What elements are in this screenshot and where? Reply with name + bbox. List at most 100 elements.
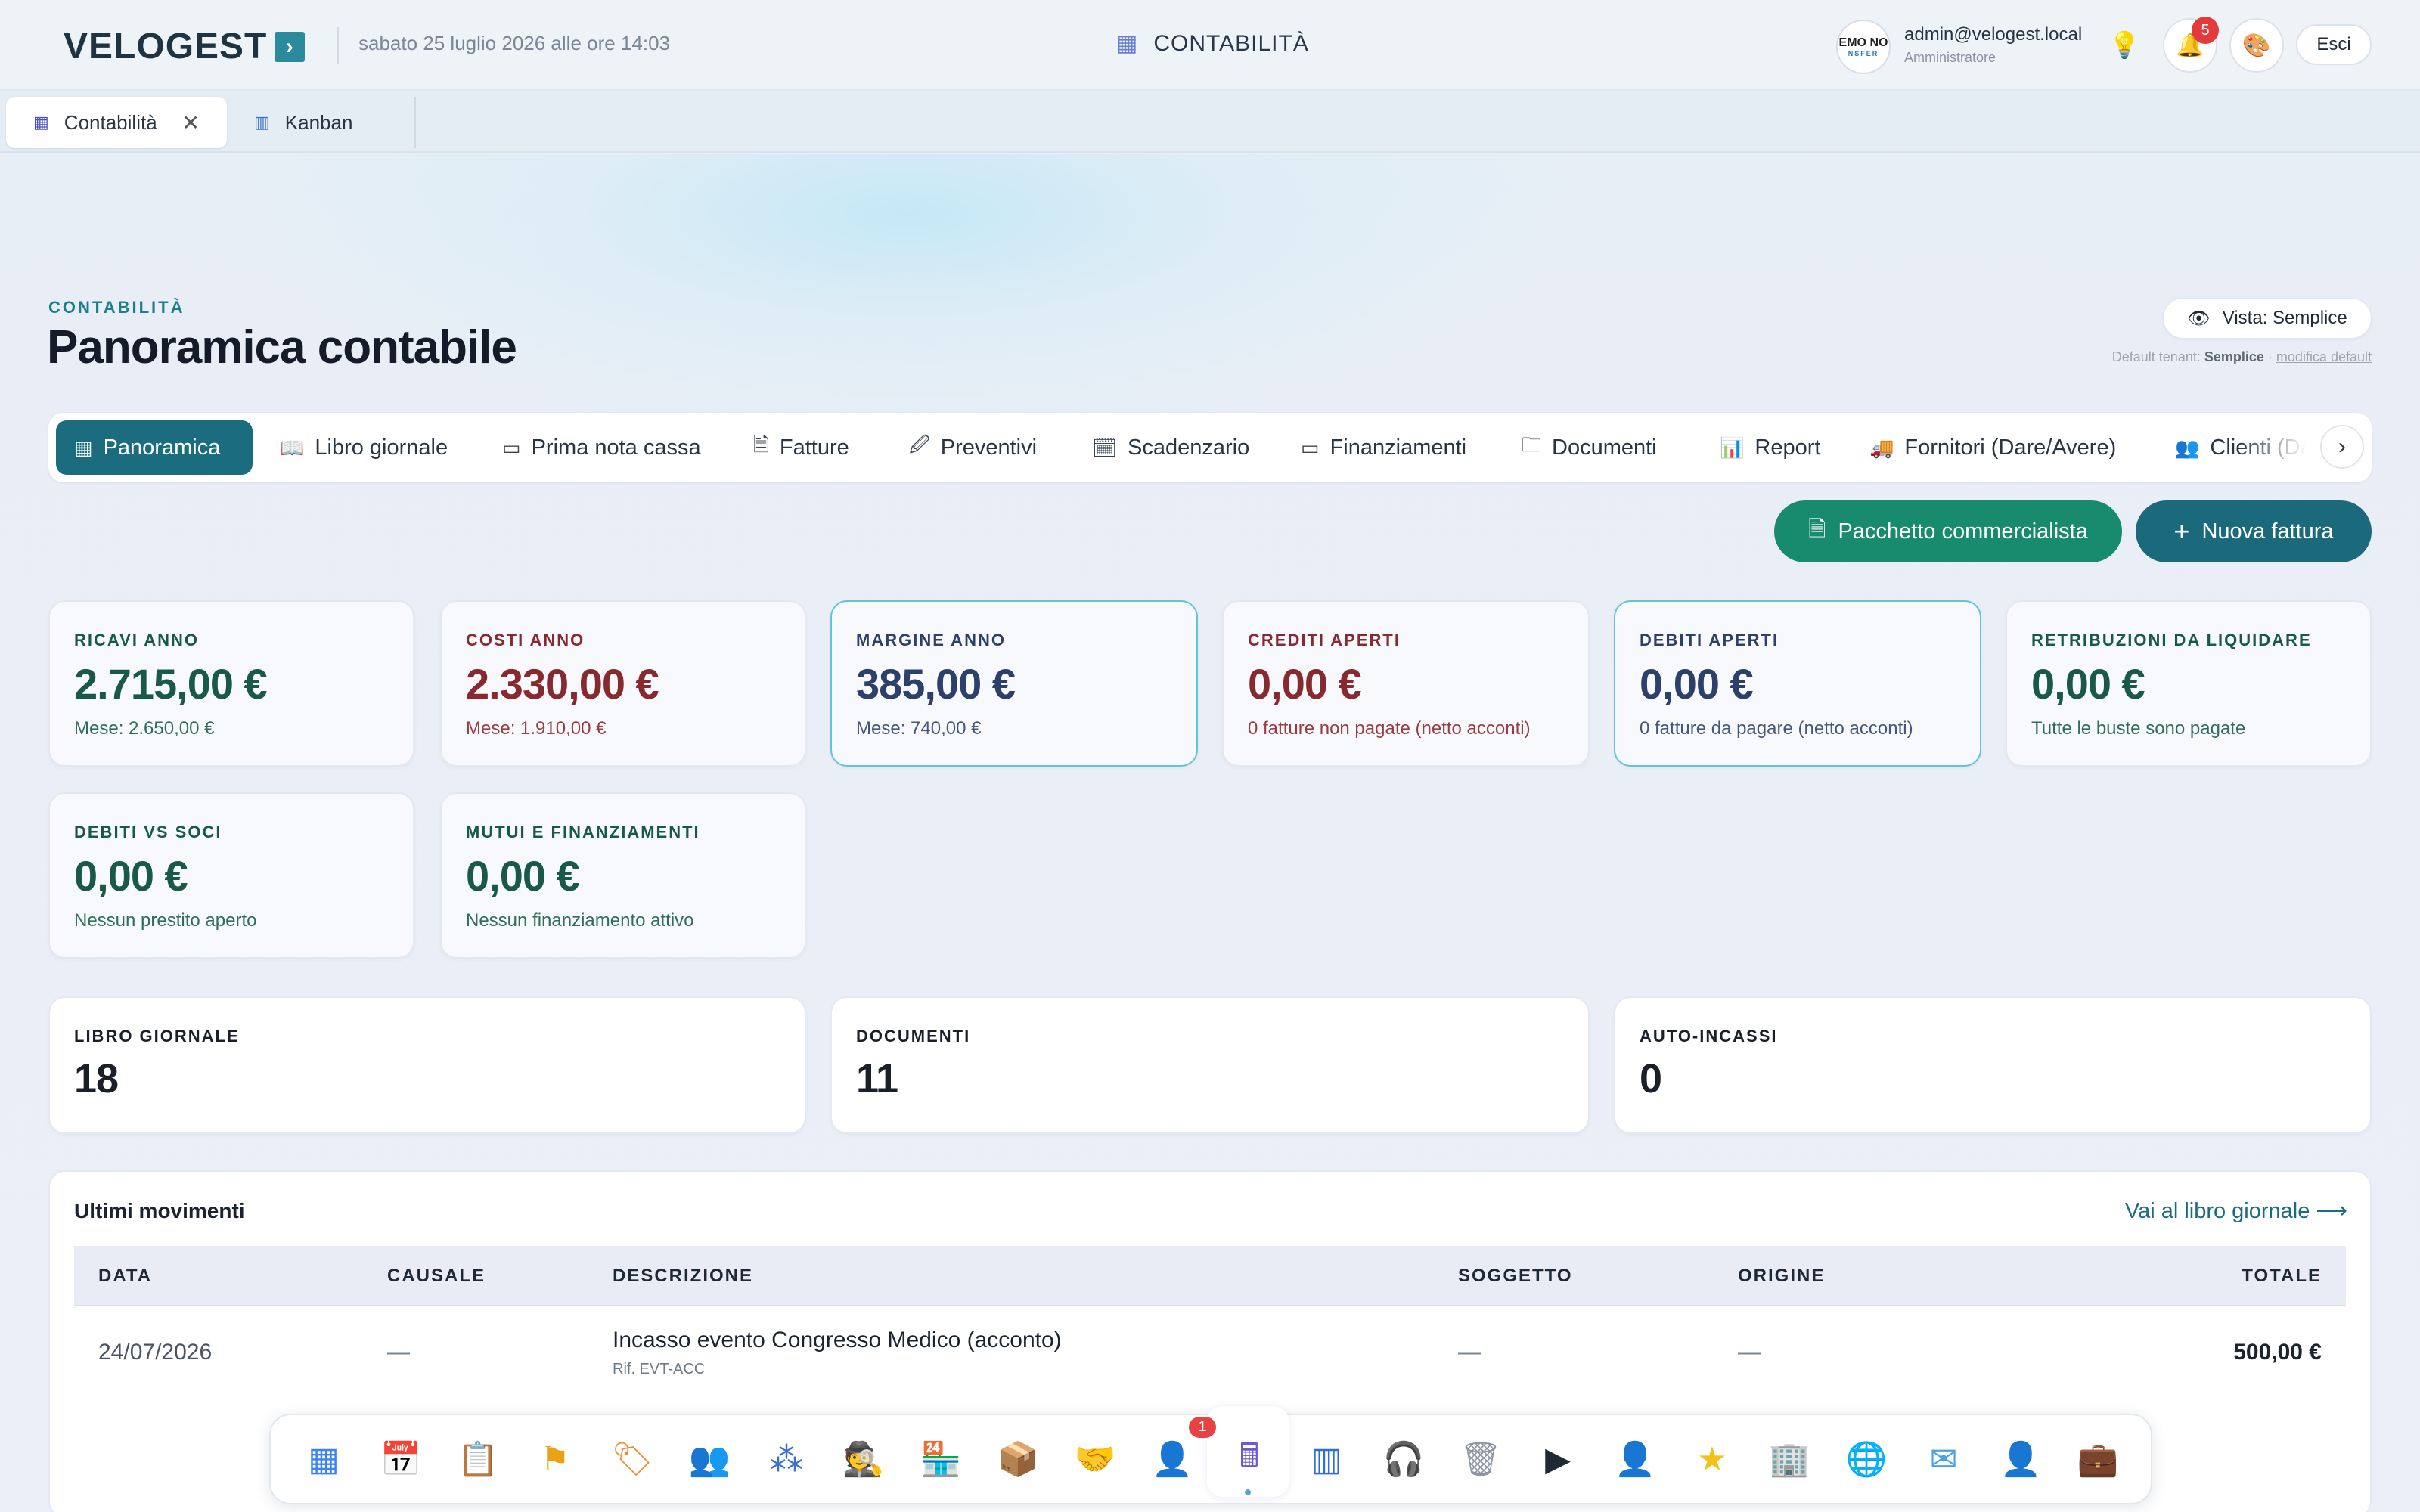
- tab-label: Fornitori (Dare/Avere): [1904, 435, 2117, 460]
- module-title-label: CONTABILITÀ: [1153, 30, 1309, 56]
- document-icon: 🗎: [753, 433, 769, 456]
- kpi-card-mutui[interactable]: MUTUI E FINANZIAMENTI 0,00 € Nessun fina…: [440, 792, 806, 959]
- avatar-text: EMO NO: [1838, 36, 1888, 49]
- header-divider: [337, 27, 339, 64]
- app-logo[interactable]: VELOGEST ›: [64, 26, 306, 67]
- kpi-card-retribuzioni[interactable]: RETRIBUZIONI DA LIQUIDARE 0,00 € Tutte l…: [2006, 600, 2372, 767]
- column-header-origine[interactable]: ORIGINE: [1738, 1266, 1825, 1287]
- journal-link[interactable]: Vai al libro giornale ⟶: [2102, 1198, 2347, 1224]
- modify-default-link[interactable]: modifica default: [2276, 349, 2372, 364]
- kpi-card-crediti[interactable]: CREDITI APERTI 0,00 € 0 fatture non paga…: [1222, 600, 1590, 767]
- terminal-icon[interactable]: ▶: [1537, 1438, 1579, 1480]
- kpi-sub: Tutte le buste sono pagate: [2031, 718, 2246, 739]
- kpi-label: RETRIBUZIONI DA LIQUIDARE: [2031, 631, 2312, 649]
- calendar-icon[interactable]: 📅: [380, 1438, 422, 1480]
- tab-finanziamenti[interactable]: ▭ Finanziamenti: [1283, 420, 1485, 475]
- column-header-causale[interactable]: CAUSALE: [387, 1266, 486, 1287]
- package-icon[interactable]: 📦: [997, 1438, 1039, 1480]
- user-settings-icon[interactable]: 👤: [2000, 1438, 2042, 1480]
- users-icon[interactable]: 👥: [688, 1438, 731, 1480]
- trash-icon[interactable]: 🗑: [1460, 1438, 1502, 1480]
- tenant-avatar[interactable]: EMO NO NSFER: [1836, 20, 1891, 74]
- nuova-fattura-button[interactable]: + Nuova fattura: [2136, 500, 2372, 562]
- cell-totale: 500,00 €: [2233, 1340, 2322, 1365]
- grid-icon: ▦: [74, 435, 93, 459]
- kpi-label: DEBITI APERTI: [1640, 631, 1779, 649]
- cashier-icon[interactable]: 👤: [1151, 1438, 1193, 1480]
- tab-libro-giornale[interactable]: 📖 Libro giornale: [262, 420, 466, 475]
- cell-soggetto: —: [1458, 1340, 1481, 1365]
- tab-panoramica[interactable]: ▦ Panoramica: [56, 420, 253, 475]
- default-tenant-separator: ·: [2263, 349, 2276, 364]
- network-icon[interactable]: ⁂: [765, 1438, 808, 1480]
- mail-icon[interactable]: ✉: [1922, 1438, 1965, 1480]
- column-header-soggetto[interactable]: SOGGETTO: [1458, 1266, 1573, 1287]
- kpi-label: RICAVI ANNO: [74, 631, 199, 649]
- lightbulb-icon[interactable]: 💡: [2108, 30, 2140, 60]
- clipboard-check-icon[interactable]: 📋: [457, 1438, 499, 1480]
- cell-descrizione[interactable]: Incasso evento Congresso Medico (acconto…: [613, 1328, 1062, 1353]
- headset-icon[interactable]: 🎧: [1382, 1438, 1425, 1480]
- chevron-right-icon[interactable]: ›: [2320, 425, 2364, 469]
- user-email[interactable]: admin@velogest.local: [1904, 24, 2082, 45]
- hero-background: [0, 154, 2420, 426]
- tab-fatture[interactable]: 🗎 Fatture: [735, 420, 867, 475]
- flag-icon[interactable]: ⚑: [534, 1438, 576, 1480]
- kpi-value: 2.330,00 €: [466, 660, 659, 708]
- tab-label: Scadenzario: [1128, 435, 1250, 460]
- spy-icon[interactable]: 🕵: [842, 1438, 885, 1480]
- kpi-card-debiti[interactable]: DEBITI APERTI 0,00 € 0 fatture da pagare…: [1614, 600, 1981, 767]
- window-tab-label: Contabilità: [64, 110, 157, 134]
- tab-report[interactable]: 📊 Report: [1702, 420, 1838, 475]
- kpi-value: 0,00 €: [74, 852, 188, 900]
- kpi-card-ricavi[interactable]: RICAVI ANNO 2.715,00 € Mese: 2.650,00 €: [48, 600, 414, 767]
- window-tab-kanban[interactable]: ▥ Kanban: [227, 97, 416, 148]
- view-mode-button[interactable]: 👁 Vista: Semplice: [2163, 298, 2372, 339]
- window-tab-contabilita[interactable]: ▦ Contabilità ✕: [6, 97, 227, 148]
- handshake-icon[interactable]: 🤝: [1074, 1438, 1116, 1480]
- tab-label: Finanziamenti: [1329, 435, 1467, 460]
- kpi-card-debiti-soci[interactable]: DEBITI VS SOCI 0,00 € Nessun prestito ap…: [48, 792, 414, 959]
- cell-origine: —: [1738, 1340, 1761, 1365]
- tab-documenti[interactable]: 🗀 Documenti: [1503, 420, 1675, 475]
- star-icon[interactable]: ★: [1691, 1438, 1733, 1480]
- briefcase-icon[interactable]: 💼: [2077, 1438, 2119, 1480]
- apps-icon[interactable]: ▦: [302, 1438, 345, 1480]
- dock-active-indicator: [1245, 1489, 1251, 1495]
- count-card-libro-giornale[interactable]: LIBRO GIORNALE 18: [48, 996, 806, 1134]
- column-header-totale[interactable]: TOTALE: [2178, 1266, 2322, 1287]
- kpi-label: DEBITI VS SOCI: [74, 823, 222, 841]
- user-add-icon[interactable]: 👤: [1614, 1438, 1656, 1480]
- tab-scadenzario[interactable]: 🗓 Scadenzario: [1074, 420, 1267, 475]
- tag-icon[interactable]: 🏷: [611, 1438, 653, 1480]
- tab-fornitori[interactable]: 🚚 Fornitori (Dare/Avere): [1851, 420, 2134, 475]
- count-card-documenti[interactable]: DOCUMENTI 11: [830, 996, 1590, 1134]
- kpi-card-costi[interactable]: COSTI ANNO 2.330,00 € Mese: 1.910,00 €: [440, 600, 806, 767]
- brand-arrow-icon: ›: [275, 31, 306, 62]
- count-card-auto-incassi[interactable]: AUTO-INCASSI 0: [1614, 996, 2372, 1134]
- calculator-icon[interactable]: 🖩: [1228, 1437, 1270, 1480]
- tab-prima-nota-cassa[interactable]: ▭ Prima nota cassa: [484, 420, 719, 475]
- kpi-card-margine[interactable]: MARGINE ANNO 385,00 € Mese: 740,00 €: [830, 600, 1198, 767]
- globe-icon[interactable]: 🌐: [1845, 1438, 1888, 1480]
- palette-icon: 🎨: [2242, 33, 2271, 58]
- kanban-icon[interactable]: ▥: [1305, 1438, 1348, 1480]
- kpi-sub: Mese: 740,00 €: [856, 718, 982, 739]
- building-icon[interactable]: 🏢: [1768, 1438, 1810, 1480]
- eye-icon: 👁: [2187, 308, 2211, 329]
- close-icon[interactable]: ✕: [182, 110, 200, 135]
- pacchetto-commercialista-button[interactable]: 🗎 Pacchetto commercialista: [1774, 500, 2122, 562]
- kpi-sub: 0 fatture da pagare (netto acconti): [1640, 718, 1913, 739]
- count-value: 18: [74, 1056, 119, 1101]
- folder-icon: 🗀: [1522, 433, 1542, 456]
- kpi-sub: 0 fatture non pagate (netto acconti): [1248, 718, 1531, 739]
- cell-rif: Rif. EVT-ACC: [613, 1361, 706, 1377]
- column-header-descrizione[interactable]: DESCRIZIONE: [613, 1266, 753, 1287]
- logout-button[interactable]: Esci: [2296, 24, 2372, 65]
- tab-preventivi[interactable]: 🖉 Preventivi: [891, 420, 1055, 475]
- theme-button[interactable]: 🎨: [2229, 18, 2284, 73]
- store-icon[interactable]: 🏪: [920, 1438, 962, 1480]
- column-header-data[interactable]: DATA: [98, 1266, 152, 1287]
- default-tenant-value: Semplice: [2204, 349, 2264, 364]
- truck-icon: 🚚: [1869, 435, 1894, 459]
